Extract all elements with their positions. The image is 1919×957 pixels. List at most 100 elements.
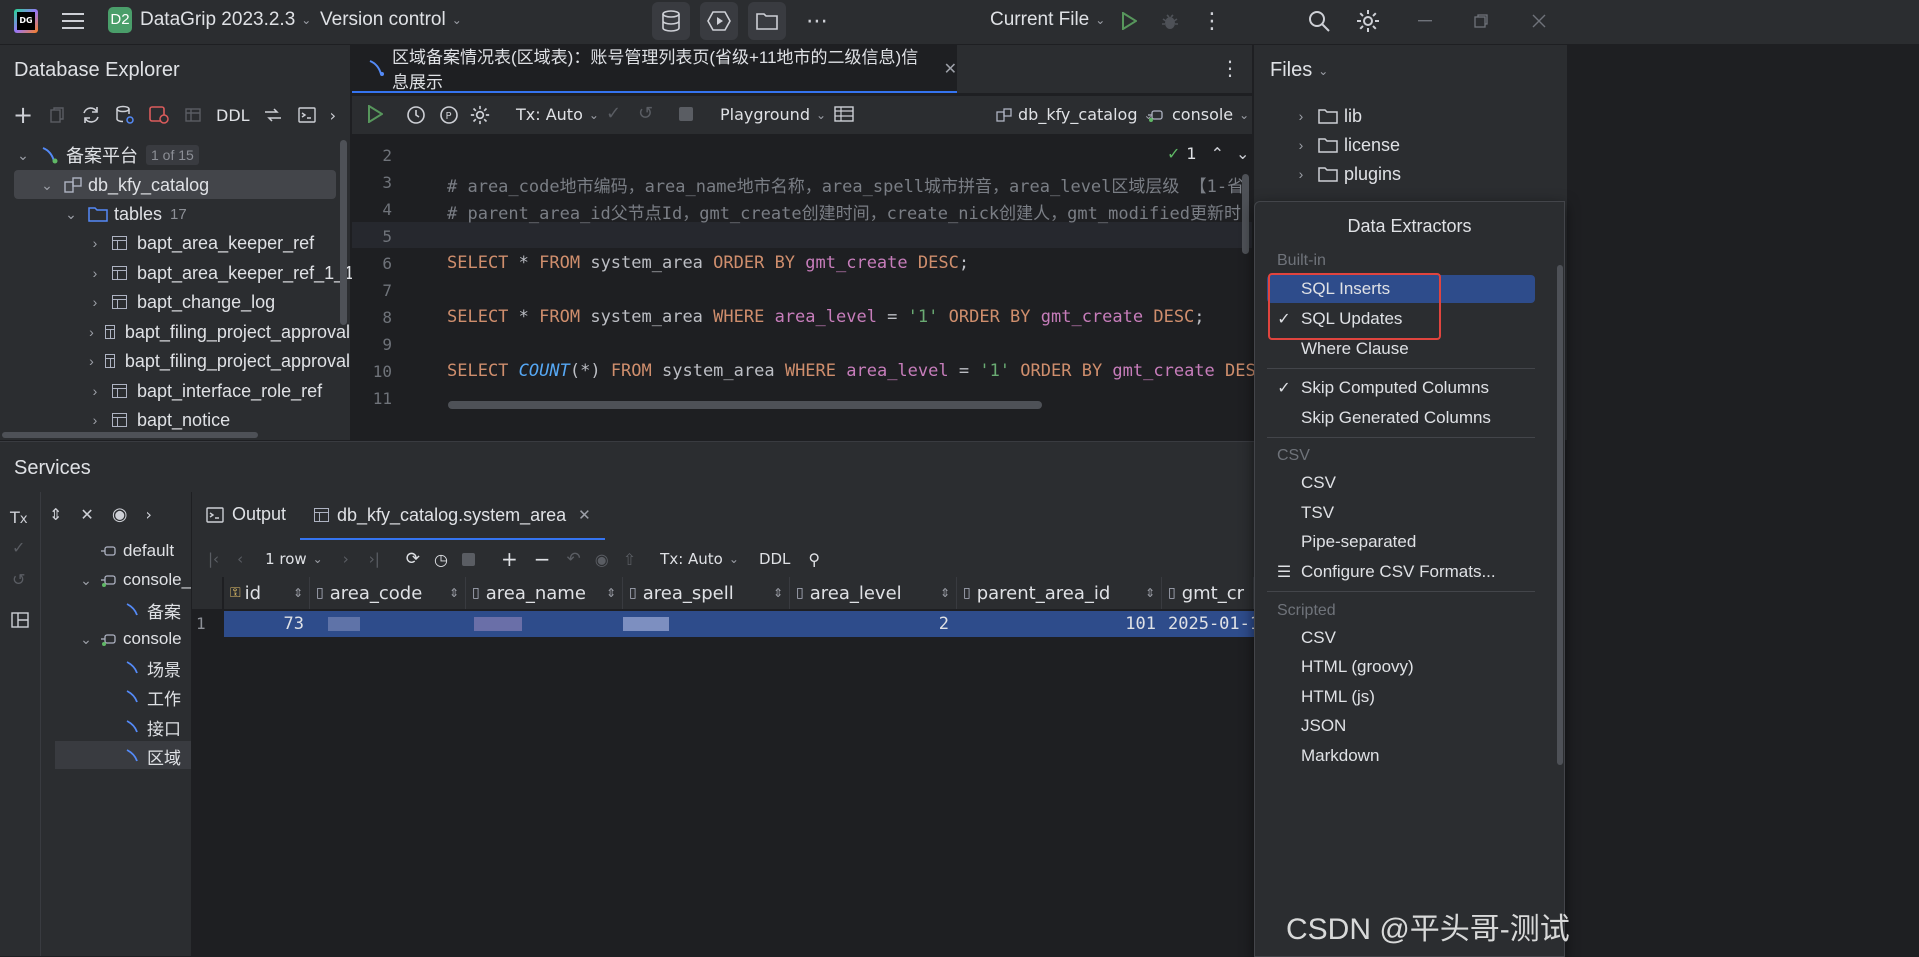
menu-item-html-js[interactable]: HTML (js) [1267,683,1535,711]
column-header-id[interactable]: ⚿ id ⇕ [224,577,310,609]
history-icon[interactable] [406,105,426,125]
console-icon[interactable] [296,107,318,123]
more-icon[interactable]: ⋯ [804,8,830,34]
close-icon[interactable]: ✕ [578,506,591,524]
tree-item-tables[interactable]: ⌄ tables 17 [62,199,187,229]
explain-plan-icon[interactable]: P [439,105,459,125]
cell-area-code[interactable] [310,611,466,637]
submit-icon[interactable]: ⇧ [623,550,636,569]
services-tree-item[interactable]: default [101,536,174,566]
tree-item-datasource[interactable]: ⌄ 备案平台 1 of 15 [14,140,199,170]
table-editor-icon[interactable] [182,108,204,122]
chevron-right-icon[interactable]: › [330,106,336,125]
menu-item-scripted-csv[interactable]: CSV [1267,624,1535,652]
refresh-icon[interactable]: ⟳ [406,549,420,569]
services-icon[interactable] [700,2,738,40]
services-tree-item[interactable]: 区域 [125,741,181,771]
services-tree-item[interactable]: 接口 [125,712,181,742]
copy-icon[interactable] [46,107,68,123]
rollback-icon[interactable]: ↺ [638,103,653,124]
table-row[interactable]: › bapt_area_keeper_ref [86,228,314,258]
commit-icon[interactable]: ✓ [606,103,621,124]
services-tree-item[interactable]: 场景 [125,653,181,683]
menu-item-markdown[interactable]: Markdown [1267,742,1535,770]
editor-vertical-scrollbar[interactable] [1242,174,1249,254]
column-header-parent-area-id[interactable]: ▯ parent_area_id ⇕ [957,577,1162,609]
rows-selector[interactable]: 1 row ⌄ [265,550,323,568]
settings-icon[interactable] [470,105,490,125]
inspection-widget[interactable]: ✓ 1 ⌃ ⌄ [1167,144,1249,163]
run-config-selector[interactable]: Current File ⌄ [990,9,1105,31]
add-icon[interactable]: + [12,101,34,129]
cell-area-level[interactable]: 2 [790,611,957,637]
app-logo[interactable]: DG [14,9,38,33]
column-header-area-code[interactable]: ▯ area_code ⇕ [310,577,466,609]
services-tree-item[interactable]: ⌄ console_ [77,565,191,595]
history-icon[interactable]: ◷ [434,550,448,569]
refresh-icon[interactable] [80,106,102,124]
pin-icon[interactable]: ⚲ [808,550,820,569]
ddl-button[interactable]: DDL [759,550,790,568]
explorer-vertical-scrollbar[interactable] [340,140,347,325]
chevron-up-icon[interactable]: ⌃ [1211,144,1224,163]
table-row[interactable]: › bapt_interface_role_ref [86,376,322,406]
search-icon[interactable] [1305,7,1333,35]
layout-icon[interactable] [11,612,29,628]
jump-to-icon[interactable] [262,106,284,124]
menu-item-csv[interactable]: CSV [1267,469,1535,497]
services-tree-item[interactable]: ⌄ console [77,624,181,654]
chevron-down-icon[interactable]: ⌄ [1236,144,1249,163]
stop-icon[interactable] [679,107,693,121]
datasource-selector[interactable]: db_kfy_catalog ⌄ [996,105,1154,124]
files-item[interactable]: › license [1292,130,1400,160]
sort-icon[interactable]: ⇕ [293,586,303,600]
cell-area-name[interactable] [466,611,623,637]
console-selector[interactable]: console ⌄ [1148,105,1249,124]
delete-row-icon[interactable]: − [534,547,551,571]
popup-scrollbar[interactable] [1557,265,1563,765]
sort-icon[interactable]: ⇕ [773,586,783,600]
execute-icon[interactable] [367,105,383,123]
table-row[interactable]: › bapt_notice [86,405,230,435]
db-settings-icon[interactable] [114,105,136,125]
playground-selector[interactable]: Playground ⌄ [720,105,826,124]
services-tree-item[interactable]: 备案 [125,595,181,625]
cell-gmt-create[interactable]: 2025-01-1 [1162,611,1254,637]
sql-editor[interactable]: 2 3 4 5 6 7 8 9 10 11 ✓ 1 ⌃ ⌄ # area_cod… [352,134,1276,440]
cell-area-spell[interactable] [623,611,790,637]
eye-icon[interactable]: ◉ [112,504,128,525]
minimize-icon[interactable] [1412,10,1438,32]
project-selector[interactable]: D2 DataGrip 2023.2.3 ⌄ [108,7,311,33]
debug-icon[interactable] [1157,8,1183,34]
last-page-icon[interactable]: ›| [369,550,380,568]
column-header-area-spell[interactable]: ▯ area_spell ⇕ [623,577,790,609]
run-icon[interactable] [1116,8,1142,34]
preview-icon[interactable]: ◉ [595,550,609,569]
files-header[interactable]: Files ⌄ [1270,59,1328,82]
chevron-right-icon[interactable]: › [146,505,152,524]
vcs-menu[interactable]: Version control ⌄ [320,9,462,31]
tree-item-schema[interactable]: ⌄ db_kfy_catalog [38,170,209,200]
sort-icon[interactable]: ⇕ [940,586,950,600]
services-tree-item[interactable]: 工作 [125,682,181,712]
menu-item-skip-generated[interactable]: Skip Generated Columns [1267,404,1535,432]
table-row[interactable]: › bapt_filing_project_approval [86,317,350,347]
table-row[interactable]: › bapt_area_keeper_ref_1_15 [86,258,365,288]
tx-icon[interactable]: Tx [10,508,28,527]
editor-tab[interactable]: 区域备案情况表(区域表)：账号管理列表页(省级+11地市的二级信息)信息展示 ✕ [352,45,957,93]
column-header-gmt-create[interactable]: ▯ gmt_cr [1162,577,1254,609]
gear-icon[interactable] [1354,7,1382,35]
stop-icon[interactable] [462,552,476,566]
add-row-icon[interactable]: + [501,547,518,571]
main-menu-icon[interactable] [60,8,86,34]
ddl-button[interactable]: DDL [216,106,250,125]
tab-options-icon[interactable]: ⋮ [1218,56,1242,80]
tx-mode-selector[interactable]: Tx: Auto ⌄ [660,550,739,568]
database-icon[interactable] [652,2,690,40]
sort-icon[interactable]: ⇕ [606,586,616,600]
rollback-icon[interactable]: ↺ [12,570,25,589]
files-item[interactable]: › lib [1292,101,1362,131]
cell-id[interactable]: 73 [224,611,310,637]
menu-item-json[interactable]: JSON [1267,712,1535,740]
collapse-all-icon[interactable]: ✕ [80,505,93,524]
